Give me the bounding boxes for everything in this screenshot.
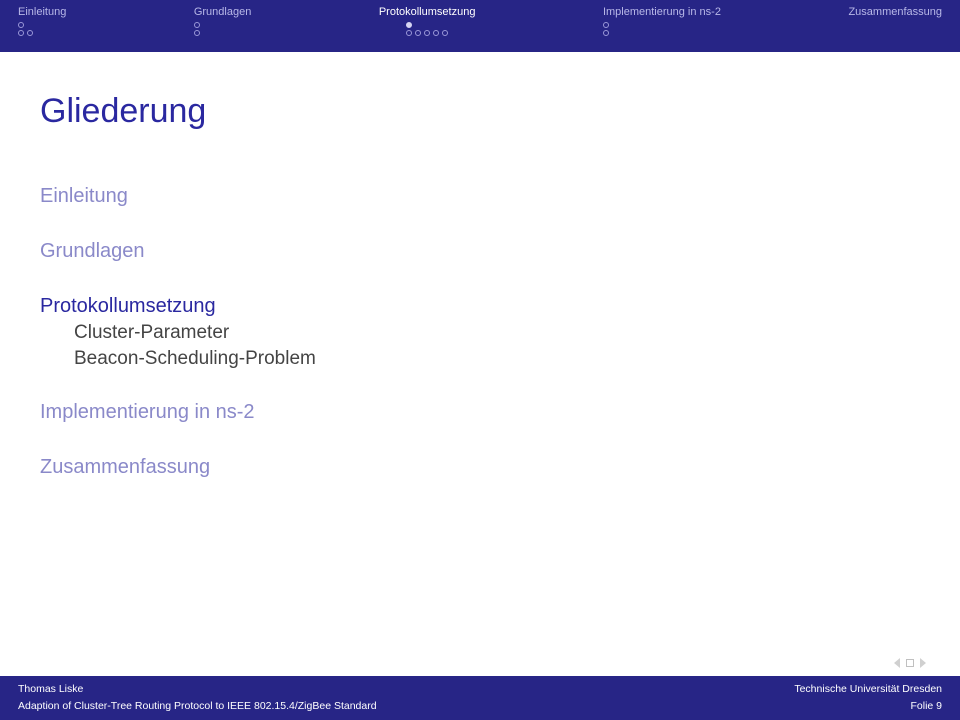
footer-author: Thomas Liske [18, 681, 83, 698]
nav-label: Grundlagen [194, 6, 252, 18]
nav-label: Protokollumsetzung [379, 6, 476, 18]
footer-talk-title: Adaption of Cluster-Tree Routing Protoco… [18, 698, 377, 715]
prev-slide-icon[interactable] [894, 658, 900, 668]
toc-beacon-scheduling[interactable]: Beacon-Scheduling-Problem [40, 346, 920, 372]
footer-page-number: Folie 9 [910, 698, 942, 715]
progress-dots [406, 22, 448, 36]
nav-label: Zusammenfassung [848, 6, 942, 18]
toc-grundlagen[interactable]: Grundlagen [40, 240, 145, 262]
footer-affiliation: Technische Universität Dresden [794, 681, 942, 698]
toc-protokollumsetzung[interactable]: Protokollumsetzung [40, 295, 216, 317]
toc-cluster-parameter[interactable]: Cluster-Parameter [40, 320, 920, 346]
footer: Thomas Liske Technische Universität Dres… [0, 676, 960, 720]
next-slide-icon[interactable] [920, 658, 926, 668]
top-nav: Einleitung Grundlagen Protokollumsetzung… [0, 0, 960, 52]
progress-dots [194, 22, 200, 36]
table-of-contents: Einleitung Grundlagen Protokollumsetzung… [40, 183, 920, 481]
nav-item-zusammenfassung[interactable]: Zusammenfassung [848, 6, 942, 18]
toc-implementierung[interactable]: Implementierung in ns-2 [40, 401, 255, 423]
nav-item-grundlagen[interactable]: Grundlagen [194, 6, 252, 36]
toc-einleitung[interactable]: Einleitung [40, 185, 128, 207]
header-separator [0, 52, 960, 64]
nav-item-protokollumsetzung[interactable]: Protokollumsetzung [379, 6, 476, 36]
nav-item-implementierung[interactable]: Implementierung in ns-2 [603, 6, 721, 36]
nav-label: Implementierung in ns-2 [603, 6, 721, 18]
nav-label: Einleitung [18, 6, 66, 18]
slide-nav-controls [894, 658, 926, 668]
slide-title: Gliederung [40, 92, 920, 131]
toc-zusammenfassung[interactable]: Zusammenfassung [40, 456, 210, 478]
slide-body: Gliederung Einleitung Grundlagen Protoko… [0, 64, 960, 676]
slide-rect-icon[interactable] [906, 659, 914, 667]
progress-dots [603, 22, 609, 36]
progress-dots [18, 22, 33, 36]
nav-item-einleitung[interactable]: Einleitung [18, 6, 66, 36]
